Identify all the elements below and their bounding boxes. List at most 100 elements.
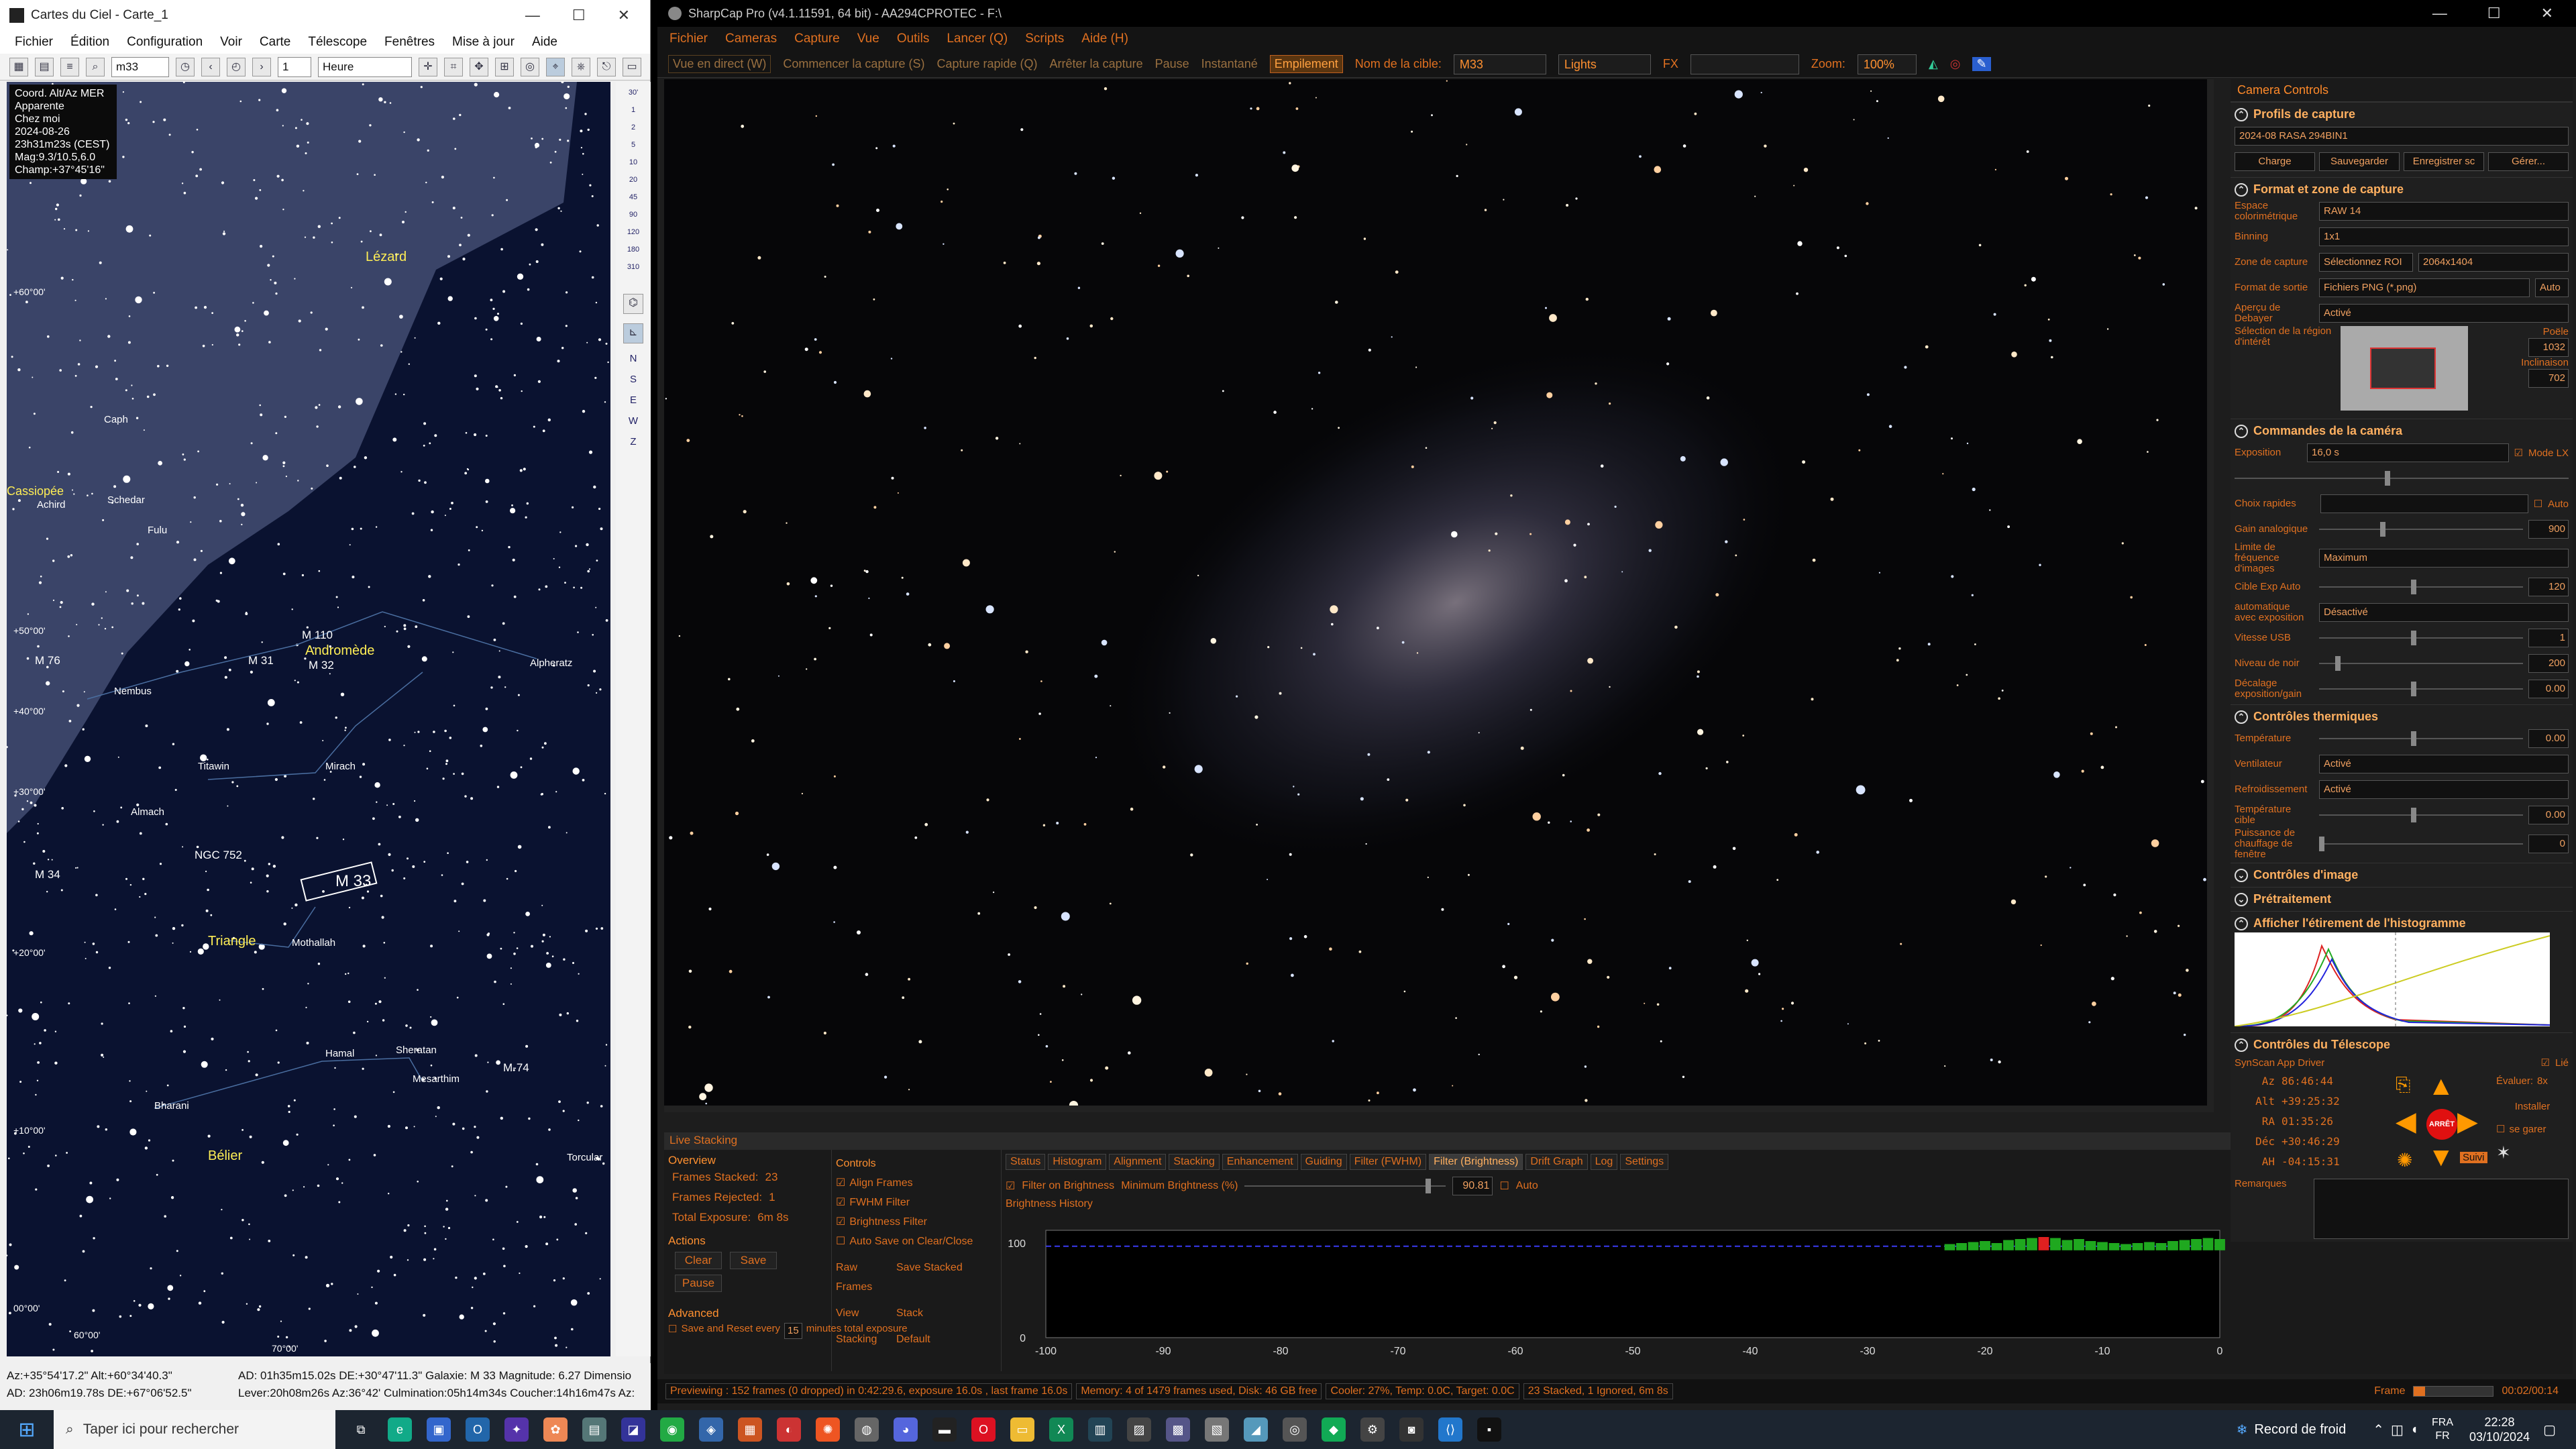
debayer-select[interactable]: Activé	[2319, 304, 2569, 323]
app-icon[interactable]: ✺	[816, 1417, 840, 1442]
expand-icon[interactable]: ⌄	[2235, 868, 2248, 882]
black-level-slider[interactable]	[2319, 656, 2523, 671]
fov-option[interactable]: 30'	[629, 89, 638, 97]
resolution-select[interactable]: 2064x1404	[2418, 253, 2569, 272]
select-roi-button[interactable]: Sélectionnez ROI	[2319, 253, 2413, 272]
collapse-icon[interactable]: ⌃	[2235, 424, 2248, 438]
cooling-select[interactable]: Activé	[2319, 780, 2569, 799]
windows-start-icon[interactable]: ⊞	[0, 1418, 54, 1442]
tab-alignment[interactable]: Alignment	[1109, 1154, 1167, 1170]
park-icon[interactable]: ⎘	[2396, 1074, 2410, 1096]
edge-icon[interactable]: e	[388, 1417, 412, 1442]
app-icon[interactable]: ◉	[660, 1417, 684, 1442]
opera-icon[interactable]: O	[971, 1417, 996, 1442]
usb-speed-slider[interactable]	[2319, 631, 2523, 645]
app-icon[interactable]: ▥	[1088, 1417, 1112, 1442]
target-object-label[interactable]: M 33	[335, 872, 371, 891]
task-view-icon[interactable]: ⧉	[349, 1417, 373, 1442]
photos-icon[interactable]: ✿	[543, 1417, 568, 1442]
start-capture-button[interactable]: Commencer la capture (S)	[783, 57, 924, 71]
live-stack-button[interactable]: Empilement	[1269, 55, 1343, 73]
fov-option[interactable]: 120	[627, 228, 639, 236]
tracking-button[interactable]: Suivi	[2460, 1152, 2487, 1163]
target-temp-slider[interactable]	[2319, 808, 2523, 822]
fov-option[interactable]: 20	[629, 176, 637, 184]
fov-option[interactable]: 90	[629, 211, 637, 219]
target-icon[interactable]: ◎	[521, 57, 539, 76]
mount-setup-button[interactable]: Installer	[2496, 1097, 2569, 1117]
window-icon[interactable]: ▭	[623, 57, 641, 76]
fov-option[interactable]: 10	[629, 158, 637, 166]
checkbox-checked-icon[interactable]: ☑	[2541, 1057, 2550, 1069]
orient-east-button[interactable]: E	[630, 394, 637, 406]
gain-input[interactable]: 900	[2528, 520, 2569, 539]
cdc-menu-configuration[interactable]: Configuration	[127, 35, 203, 50]
output-format-select[interactable]: Fichiers PNG (*.png)	[2319, 278, 2530, 297]
checkbox-checked-icon[interactable]: ☑	[836, 1173, 845, 1193]
collapse-icon[interactable]: ⌃	[2235, 107, 2248, 121]
language-indicator[interactable]: FRA FR	[2432, 1416, 2453, 1443]
sc-menu-fichier[interactable]: Fichier	[669, 32, 708, 46]
fov-option[interactable]: 5	[631, 141, 635, 149]
auto-exp-target-input[interactable]: 120	[2528, 578, 2569, 596]
maximize-icon[interactable]: ☐	[572, 7, 586, 24]
vscode-icon[interactable]: ⟨⟩	[1438, 1417, 1462, 1442]
calculator-icon[interactable]: ▤	[582, 1417, 606, 1442]
cdc-menu-mise-a-jour[interactable]: Mise à jour	[452, 35, 515, 50]
copilot-icon[interactable]: ✦	[504, 1417, 529, 1442]
camera-app-icon[interactable]: ◙	[1399, 1417, 1424, 1442]
crosshair-icon[interactable]: ✺	[2397, 1149, 2412, 1171]
zoom-select[interactable]: 100%	[1857, 54, 1917, 74]
offset-input[interactable]: 0.00	[2528, 680, 2569, 698]
tab-log[interactable]: Log	[1590, 1154, 1618, 1170]
taskbar-search[interactable]: ⌕ Taper ici pour rechercher	[54, 1410, 335, 1449]
roi-rectangle[interactable]	[2370, 347, 2436, 389]
checkbox-unchecked-icon[interactable]: ☐	[668, 1323, 677, 1339]
fov-option[interactable]: 1	[631, 106, 635, 114]
raw-frames-select[interactable]: Save Stacked	[896, 1258, 963, 1297]
min-brightness-slider[interactable]	[1244, 1179, 1446, 1193]
network-icon[interactable]: ◫	[2391, 1421, 2404, 1438]
fov-option[interactable]: 310	[627, 263, 639, 271]
gain-slider[interactable]	[2319, 522, 2523, 537]
app-icon[interactable]: ◈	[699, 1417, 723, 1442]
tab-status[interactable]: Status	[1006, 1154, 1046, 1170]
fov-option[interactable]: 45	[629, 193, 637, 201]
app-icon[interactable]: ▪	[1477, 1417, 1501, 1442]
list-icon[interactable]: ≡	[60, 57, 79, 76]
app-icon[interactable]: ⚙	[1360, 1417, 1385, 1442]
profile-select[interactable]: 2024-08 RASA 294BIN1	[2235, 127, 2569, 146]
colorspace-select[interactable]: RAW 14	[2319, 202, 2569, 221]
history-icon[interactable]: ◴	[227, 57, 246, 76]
preview-vscrollbar[interactable]	[2207, 79, 2214, 1112]
telescope-connect-icon[interactable]: ⎈	[572, 57, 590, 76]
histogram-stretch-graph[interactable]	[2234, 932, 2551, 1027]
reset-minutes-input[interactable]: 15	[784, 1323, 802, 1339]
histogram-tool-icon[interactable]: ◭	[1929, 57, 1938, 71]
orient-west-button[interactable]: W	[629, 415, 638, 427]
roi-preview[interactable]	[2341, 326, 2468, 411]
cdc-menu-voir[interactable]: Voir	[220, 35, 242, 50]
clock-icon[interactable]: ◷	[176, 57, 195, 76]
tab-settings[interactable]: Settings	[1620, 1154, 1669, 1170]
zoom-icon[interactable]: ⊞	[495, 57, 514, 76]
offset-slider[interactable]	[2319, 682, 2523, 696]
cdc-menu-telescope[interactable]: Télescope	[308, 35, 367, 50]
preview-hscrollbar[interactable]	[664, 1106, 2207, 1112]
outlook-icon[interactable]: O	[466, 1417, 490, 1442]
checkbox-unchecked-icon[interactable]: ☐	[2534, 498, 2542, 510]
cdc-menu-edition[interactable]: Édition	[70, 35, 109, 50]
clear-stack-button[interactable]: Clear	[675, 1252, 722, 1269]
excel-icon[interactable]: X	[1049, 1417, 1073, 1442]
auto-exposure-select[interactable]: Désactivé	[2319, 603, 2569, 622]
telescope-icon[interactable]: ⌖	[546, 57, 565, 76]
sky-map[interactable]: Coord. Alt/Az MER Apparente Chez moi 202…	[7, 82, 610, 1356]
app-icon[interactable]: ▦	[738, 1417, 762, 1442]
weather-icon[interactable]: ❄	[2237, 1421, 2248, 1438]
capture-preview[interactable]	[664, 79, 2214, 1112]
collapse-icon[interactable]: ⌃	[2235, 1038, 2248, 1052]
calendar-icon[interactable]: ▦	[9, 57, 28, 76]
snapshot-button[interactable]: Instantané	[1201, 57, 1258, 71]
altaz-icon[interactable]: ⊾	[623, 323, 643, 343]
save-stack-button[interactable]: Save	[730, 1252, 777, 1269]
